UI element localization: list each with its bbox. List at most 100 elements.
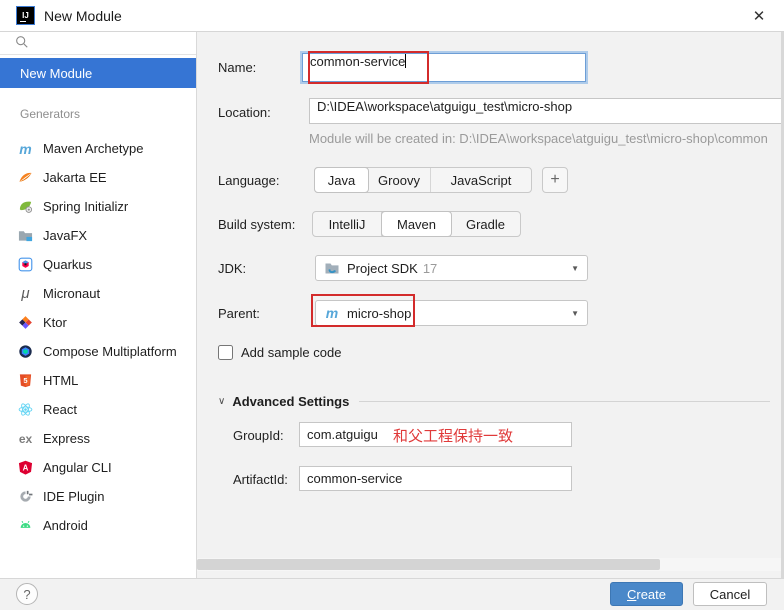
javafx-icon bbox=[17, 228, 34, 244]
chevron-down-icon: ▼ bbox=[571, 308, 579, 318]
window-title: New Module bbox=[44, 7, 122, 24]
divider bbox=[359, 401, 770, 402]
text-caret bbox=[405, 54, 407, 68]
jdk-dropdown[interactable]: Project SDK 17 ▼ bbox=[315, 255, 588, 281]
generator-item[interactable]: Compose Multiplatform bbox=[0, 337, 196, 366]
generator-item[interactable]: μ Micronaut bbox=[0, 279, 196, 308]
generator-label: Quarkus bbox=[43, 257, 93, 272]
add-sample-code-row: Add sample code bbox=[218, 345, 341, 360]
location-input[interactable]: D:\IDEA\workspace\atguigu_test\micro-sho… bbox=[309, 98, 784, 124]
generator-item[interactable]: Spring Initializr bbox=[0, 192, 196, 221]
jdk-label: JDK: bbox=[218, 261, 247, 276]
generator-label: React bbox=[43, 402, 77, 417]
location-hint: Module will be created in: D:\IDEA\works… bbox=[309, 131, 768, 146]
build-option-intellij[interactable]: IntelliJ bbox=[313, 212, 382, 236]
groupid-label: GroupId: bbox=[233, 428, 284, 443]
language-label: Language: bbox=[218, 173, 280, 188]
create-button[interactable]: Create bbox=[610, 582, 683, 606]
generator-label: Spring Initializr bbox=[43, 199, 129, 214]
generator-label: Compose Multiplatform bbox=[43, 344, 177, 359]
generator-label: Maven Archetype bbox=[43, 141, 144, 156]
chevron-down-icon: ▼ bbox=[571, 263, 579, 273]
spring-initializr-icon bbox=[17, 199, 34, 215]
parent-value: micro-shop bbox=[347, 305, 412, 321]
generator-label: Ktor bbox=[43, 315, 67, 330]
search-input[interactable] bbox=[0, 32, 196, 55]
jdk-version: 17 bbox=[422, 260, 438, 276]
parent-dropdown[interactable]: m micro-shop ▼ bbox=[315, 300, 588, 326]
sdk-folder-icon bbox=[324, 260, 340, 276]
generator-item[interactable]: Ktor bbox=[0, 308, 196, 337]
generator-label: HTML bbox=[43, 373, 79, 388]
generator-item[interactable]: A Angular CLI bbox=[0, 453, 196, 482]
build-option-maven[interactable]: Maven bbox=[381, 211, 452, 237]
jakarta-ee-icon bbox=[17, 170, 34, 186]
scrollbar-thumb[interactable] bbox=[197, 559, 660, 570]
generator-item[interactable]: Android bbox=[0, 511, 196, 540]
generator-label: Jakarta EE bbox=[43, 170, 107, 185]
generator-item[interactable]: m Maven Archetype bbox=[0, 134, 196, 163]
title-bar: IJ New Module ✕ bbox=[0, 0, 784, 32]
html-icon: 5 bbox=[17, 373, 34, 389]
horizontal-scrollbar[interactable] bbox=[197, 558, 784, 571]
artifactid-input[interactable]: common-service bbox=[299, 466, 572, 491]
generator-item[interactable]: React bbox=[0, 395, 196, 424]
maven-module-icon: m bbox=[325, 305, 339, 321]
generator-item[interactable]: ex Express bbox=[0, 424, 196, 453]
svg-text:5: 5 bbox=[23, 376, 27, 385]
build-system-segmented-control: IntelliJ Maven Gradle bbox=[312, 211, 521, 237]
name-label: Name: bbox=[218, 60, 257, 75]
language-segmented-control: Java Groovy JavaScript bbox=[314, 167, 532, 193]
generator-item[interactable]: Jakarta EE bbox=[0, 163, 196, 192]
advanced-settings-title: Advanced Settings bbox=[232, 394, 350, 409]
location-label: Location: bbox=[218, 105, 271, 120]
language-option-java[interactable]: Java bbox=[314, 167, 369, 193]
angular-cli-icon: A bbox=[17, 460, 34, 476]
artifactid-label: ArtifactId: bbox=[233, 472, 288, 487]
build-system-label: Build system: bbox=[218, 217, 296, 232]
close-icon[interactable]: ✕ bbox=[746, 4, 772, 28]
cancel-button[interactable]: Cancel bbox=[693, 582, 767, 606]
compose-multiplatform-icon bbox=[17, 344, 34, 360]
generator-item[interactable]: 5 HTML bbox=[0, 366, 196, 395]
generator-label: Express bbox=[43, 431, 90, 446]
generators-section-label: Generators bbox=[20, 107, 81, 121]
groupid-input[interactable]: com.atguigu bbox=[299, 422, 572, 447]
generator-label: Angular CLI bbox=[43, 460, 112, 475]
generator-label: Micronaut bbox=[43, 286, 101, 301]
build-option-gradle[interactable]: Gradle bbox=[451, 212, 520, 236]
react-icon bbox=[17, 402, 34, 418]
ktor-icon bbox=[17, 315, 34, 331]
intellij-logo-icon: IJ bbox=[16, 6, 35, 25]
svg-text:A: A bbox=[23, 463, 29, 472]
generator-item[interactable]: IDE Plugin bbox=[0, 482, 196, 511]
express-icon: ex bbox=[18, 431, 33, 446]
generator-item[interactable]: JavaFX bbox=[0, 221, 196, 250]
advanced-settings-header[interactable]: ∨ Advanced Settings bbox=[218, 394, 770, 409]
add-language-button[interactable]: + bbox=[542, 167, 568, 193]
micronaut-icon: μ bbox=[21, 285, 30, 302]
generator-label: JavaFX bbox=[43, 228, 88, 243]
parent-label: Parent: bbox=[218, 306, 260, 321]
dialog-footer: ? Create Cancel bbox=[0, 578, 784, 610]
generator-item[interactable]: Quarkus bbox=[0, 250, 196, 279]
android-icon bbox=[17, 518, 34, 534]
generator-label: Android bbox=[43, 518, 88, 533]
jdk-value: Project SDK bbox=[347, 260, 418, 276]
add-sample-code-checkbox[interactable] bbox=[218, 345, 233, 360]
generator-label: IDE Plugin bbox=[43, 489, 105, 504]
sidebar-item-new-module[interactable]: New Module bbox=[0, 58, 196, 88]
add-sample-code-label: Add sample code bbox=[241, 345, 342, 360]
name-input[interactable]: common-service bbox=[302, 53, 586, 82]
language-option-javascript[interactable]: JavaScript bbox=[431, 168, 531, 192]
generators-list: m Maven Archetype Jakarta EE Spring Initial… bbox=[0, 134, 196, 540]
new-module-form: Name: common-service Location: D:\IDEA\w… bbox=[197, 32, 784, 578]
generators-sidebar: New Module Generators m Maven Archetype Ja… bbox=[0, 32, 197, 578]
ide-plugin-icon bbox=[17, 489, 34, 505]
search-icon bbox=[15, 35, 29, 52]
quarkus-icon bbox=[17, 257, 34, 273]
language-option-groovy[interactable]: Groovy bbox=[368, 168, 431, 192]
chevron-down-icon: ∨ bbox=[218, 396, 226, 407]
maven-icon: m bbox=[19, 140, 32, 157]
help-button[interactable]: ? bbox=[16, 583, 38, 605]
